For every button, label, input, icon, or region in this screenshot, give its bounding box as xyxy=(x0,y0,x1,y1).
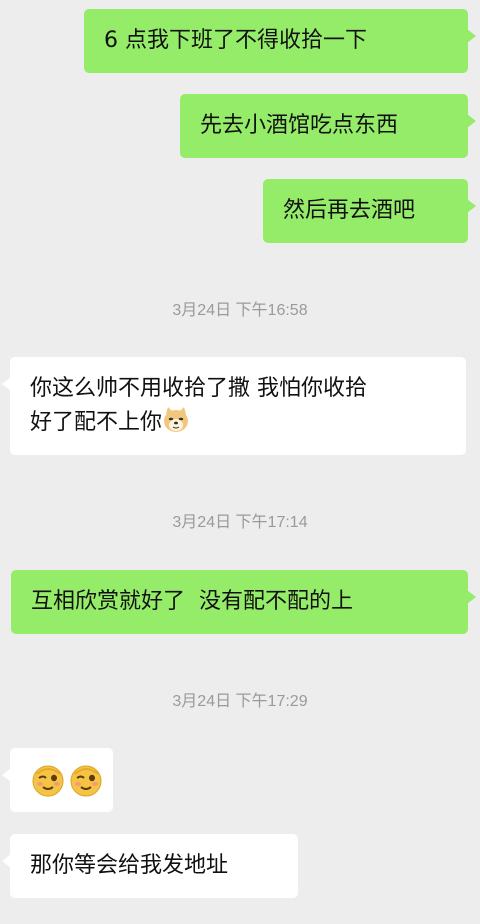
sent-message-bubble[interactable]: 然后再去酒吧 xyxy=(263,179,476,243)
timestamp: 3月24日 下午16:58 xyxy=(172,302,308,319)
received-emoji-bubble[interactable] xyxy=(2,748,113,812)
message-text-line-1: 你这么帅不用收拾了撒 我怕你收拾 xyxy=(30,376,367,401)
message-text: 那你等会给我发地址 xyxy=(30,853,229,878)
chat-history[interactable]: 6 点我下班了不得收拾一下 先去小酒馆吃点东西 然后再去酒吧 3月24日 下午1… xyxy=(0,0,480,924)
message-text: 互相欣赏就好了 没有配不配的上 xyxy=(31,589,353,614)
timestamp: 3月24日 下午17:14 xyxy=(172,514,308,531)
message-text: 然后再去酒吧 xyxy=(283,198,416,223)
received-message-bubble[interactable]: 那你等会给我发地址 xyxy=(2,834,298,898)
doge-emoji-icon xyxy=(162,406,190,434)
wink-emoji-icon xyxy=(68,762,104,798)
sent-message-bubble[interactable]: 互相欣赏就好了 没有配不配的上 xyxy=(11,570,476,634)
message-text-line-2-content: 好了配不上你 xyxy=(30,410,163,435)
message-text-line-2: 好了配不上你 xyxy=(30,406,446,440)
sent-message-bubble[interactable]: 先去小酒馆吃点东西 xyxy=(180,94,476,158)
message-text: 先去小酒馆吃点东西 xyxy=(200,113,399,138)
wink-emoji-icon xyxy=(30,762,66,798)
message-text: 6 点我下班了不得收拾一下 xyxy=(104,28,367,53)
timestamp: 3月24日 下午17:29 xyxy=(172,693,308,710)
sent-message-bubble[interactable]: 6 点我下班了不得收拾一下 xyxy=(84,9,476,73)
received-message-bubble[interactable]: 你这么帅不用收拾了撒 我怕你收拾 好了配不上你 xyxy=(2,357,466,455)
